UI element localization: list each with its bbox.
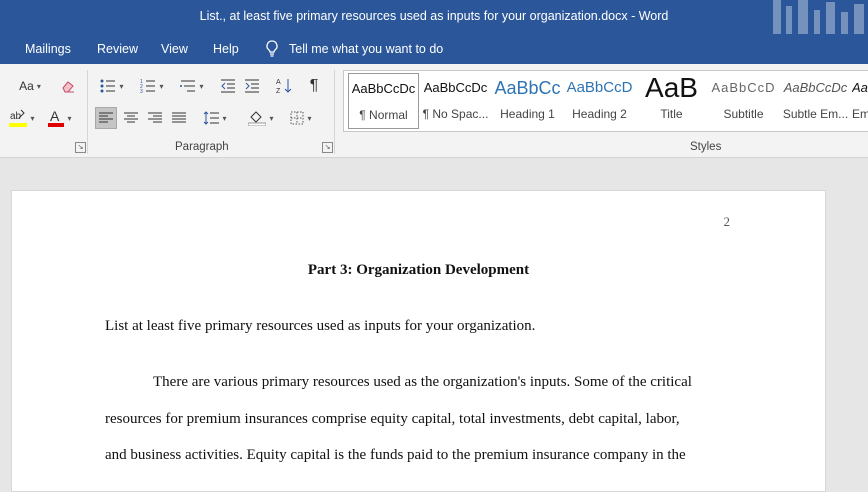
style-name: Subtle Em...	[782, 107, 849, 121]
ribbon-tabs: Mailings Review View Help Tell me what y…	[0, 34, 868, 64]
increase-indent-button[interactable]	[242, 76, 262, 96]
change-case-label: Aa	[19, 79, 34, 93]
change-case-button[interactable]: Aa ▾	[12, 76, 48, 96]
svg-text:A: A	[276, 79, 281, 86]
style-no-spacing[interactable]: AaBbCcDc ¶ No Spac...	[420, 73, 491, 129]
tab-view[interactable]: View	[161, 42, 188, 56]
style-name: ¶ Normal	[359, 108, 408, 122]
document-page[interactable]: 2 Part 3: Organization Development List …	[11, 190, 826, 492]
justify-button[interactable]	[168, 107, 190, 129]
numbering-button[interactable]: 1 2 3 ▾	[136, 76, 168, 96]
style-preview: AaBbCcD	[711, 80, 776, 95]
chevron-down-icon: ▾	[30, 113, 35, 123]
style-heading-1[interactable]: AaBbCc Heading 1	[492, 73, 563, 129]
tell-me-text: Tell me what you want to do	[289, 42, 444, 56]
align-center-icon	[124, 112, 138, 123]
chevron-down-icon: ▾	[36, 81, 41, 91]
tab-mailings[interactable]: Mailings	[25, 42, 71, 56]
style-name: Heading 1	[500, 107, 555, 121]
svg-text:3: 3	[140, 89, 143, 94]
style-name: ¶ No Spac...	[422, 107, 489, 121]
borders-button[interactable]: ▾	[284, 107, 318, 129]
style-heading-2[interactable]: AaBbCcD Heading 2	[564, 73, 635, 129]
line-spacing-button[interactable]: ▾	[198, 107, 232, 129]
decrease-indent-button[interactable]	[218, 76, 238, 96]
paint-bucket-icon	[248, 111, 267, 126]
align-right-icon	[148, 112, 162, 123]
lightbulb-icon	[266, 40, 278, 57]
show-formatting-marks-button[interactable]: ¶	[304, 76, 324, 96]
highlighter-icon: ab	[9, 109, 28, 127]
chevron-down-icon: ▾	[269, 113, 274, 123]
increase-indent-icon	[245, 79, 259, 93]
title-bar-decoration	[773, 0, 864, 34]
eraser-icon	[62, 81, 74, 93]
styles-gallery: AaBbCcDc ¶ Normal AaBbCcDc ¶ No Spac... …	[343, 70, 868, 132]
align-left-button[interactable]	[95, 107, 117, 129]
bullets-button[interactable]: ▾	[96, 76, 128, 96]
sort-icon: A Z	[276, 79, 292, 95]
font-color-icon: A	[48, 108, 65, 127]
ribbon: Aa ▾ ab ▾ A ▾ ▾ 1 2 3 ▾ ▾ A Z ¶ ▾ ▾ ▾ Pa…	[0, 64, 868, 158]
style-name: Heading 2	[572, 107, 627, 121]
decrease-indent-icon	[221, 79, 235, 93]
page-number: 2	[723, 214, 731, 229]
multilevel-list-icon	[180, 80, 196, 92]
body-line: and business activities. Equity capital …	[105, 447, 686, 463]
style-title[interactable]: AaB Title	[636, 73, 707, 129]
style-preview: AaBbCcDc	[351, 81, 416, 96]
paragraph-dialog-launcher[interactable]: ↘	[322, 142, 333, 153]
style-subtle-emphasis[interactable]: AaBbCcDc Subtle Em...	[780, 73, 851, 129]
svg-text:Z: Z	[276, 88, 281, 95]
style-emphasis[interactable]: AaBbCcDc Em	[852, 73, 868, 129]
chevron-down-icon: ▾	[67, 113, 72, 123]
chevron-down-icon: ▾	[222, 113, 227, 123]
window-title: List., at least five primary resources u…	[199, 9, 669, 23]
tell-me-search[interactable]: Tell me what you want to do	[265, 40, 443, 58]
chevron-down-icon: ▾	[199, 81, 204, 91]
align-left-icon	[99, 112, 113, 123]
align-right-button[interactable]	[144, 107, 166, 129]
borders-icon	[290, 111, 304, 125]
document-heading: Part 3: Organization Development	[307, 262, 530, 278]
title-bar: List., at least five primary resources u…	[0, 0, 868, 34]
highlight-color-button[interactable]: ab ▾	[4, 106, 40, 130]
tab-review[interactable]: Review	[97, 42, 138, 56]
style-preview: AaBbCc	[494, 78, 561, 98]
group-divider	[334, 70, 335, 154]
pilcrow-icon: ¶	[309, 77, 319, 94]
tab-help[interactable]: Help	[213, 42, 239, 56]
styles-group-label: Styles	[690, 141, 722, 153]
chevron-down-icon: ▾	[159, 81, 164, 91]
style-name: Em	[852, 107, 868, 121]
style-preview: AaBbCcDc	[783, 80, 848, 95]
numbered-list-icon: 1 2 3	[140, 79, 156, 94]
body-line: There are various primary resources used…	[153, 374, 692, 390]
style-preview: AaBbCcDc	[852, 80, 868, 95]
group-divider	[87, 70, 88, 154]
body-line: resources for premium insurances compris…	[105, 411, 680, 427]
justify-icon	[172, 112, 186, 123]
svg-text:A: A	[50, 108, 60, 124]
style-name: Title	[660, 107, 683, 121]
style-name: Subtitle	[723, 107, 764, 121]
style-preview: AaBbCcDc	[423, 80, 488, 95]
multilevel-list-button[interactable]: ▾	[176, 76, 208, 96]
font-dialog-launcher[interactable]: ↘	[75, 142, 86, 153]
chevron-down-icon: ▾	[307, 113, 312, 123]
clear-formatting-button[interactable]	[57, 76, 79, 96]
font-color-button[interactable]: A ▾	[42, 106, 78, 130]
paragraph-group-label: Paragraph	[175, 141, 229, 153]
bullet-list-icon	[100, 79, 116, 93]
line-spacing-icon	[204, 111, 220, 125]
style-subtitle[interactable]: AaBbCcD Subtitle	[708, 73, 779, 129]
style-preview: AaB	[645, 73, 698, 103]
style-normal[interactable]: AaBbCcDc ¶ Normal	[348, 73, 419, 129]
sort-button[interactable]: A Z	[274, 76, 294, 96]
question-text: List at least five primary resources use…	[105, 318, 536, 334]
style-preview: AaBbCcD	[566, 79, 633, 96]
align-center-button[interactable]	[120, 107, 142, 129]
shading-button[interactable]: ▾	[244, 107, 278, 129]
chevron-down-icon: ▾	[119, 81, 124, 91]
